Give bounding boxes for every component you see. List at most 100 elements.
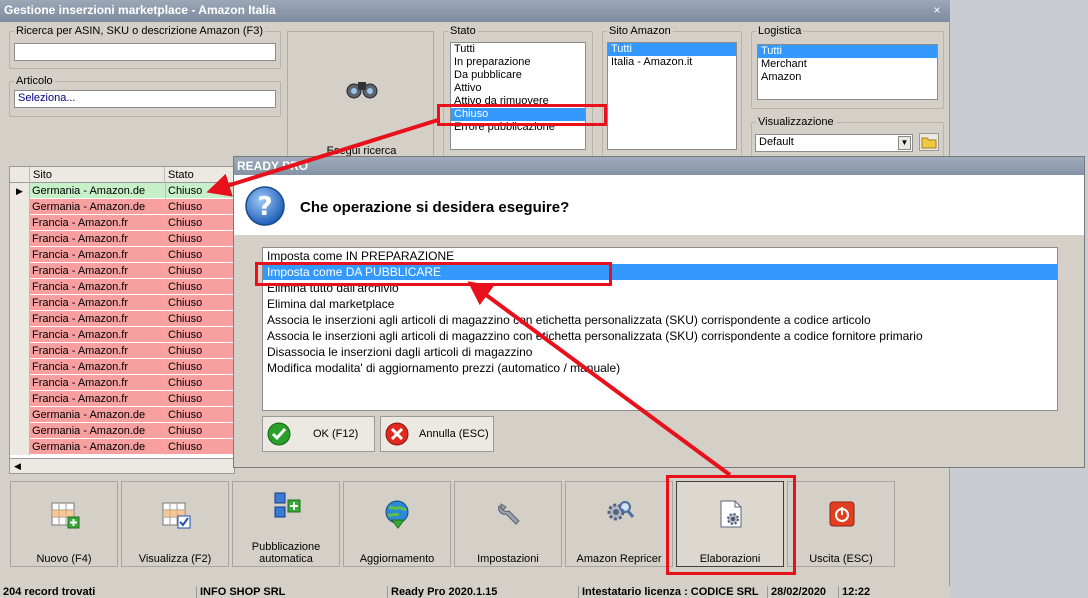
annotation-box-option bbox=[255, 262, 612, 286]
logistica-item-selected[interactable]: Tutti bbox=[758, 45, 937, 58]
row-indicator bbox=[10, 391, 30, 407]
table-row[interactable]: Francia - Amazon.fr Chiuso bbox=[10, 391, 234, 407]
sito-item[interactable]: Italia - Amazon.it bbox=[608, 56, 736, 69]
cell-stato: Chiuso bbox=[165, 439, 234, 455]
cell-sito: Francia - Amazon.fr bbox=[32, 297, 128, 309]
table-row[interactable]: Francia - Amazon.fr Chiuso bbox=[10, 375, 234, 391]
stato-item[interactable]: Da pubblicare bbox=[451, 69, 585, 82]
cell-sito: Francia - Amazon.fr bbox=[32, 329, 128, 341]
search-button[interactable]: Esegui ricerca bbox=[287, 31, 434, 161]
visualizza-button[interactable]: Visualizza (F2) bbox=[121, 481, 229, 567]
aggiornamento-button[interactable]: Aggiornamento bbox=[343, 481, 451, 567]
logistica-item[interactable]: Amazon bbox=[758, 71, 937, 84]
operation-dialog: READY PRO ? Che operazione si desidera e… bbox=[233, 156, 1085, 468]
cancel-icon bbox=[385, 422, 409, 446]
table-row[interactable]: Francia - Amazon.fr Chiuso bbox=[10, 279, 234, 295]
status-time: 12:22 bbox=[838, 586, 898, 598]
dialog-question: Che operazione si desidera eseguire? bbox=[300, 199, 570, 216]
cell-stato: Chiuso bbox=[165, 247, 234, 263]
table-row[interactable]: Francia - Amazon.fr Chiuso bbox=[10, 343, 234, 359]
status-records: 204 record trovati bbox=[3, 586, 96, 598]
row-indicator bbox=[10, 311, 30, 327]
cell-stato: Chiuso bbox=[165, 295, 234, 311]
status-version: Ready Pro 2020.1.15 bbox=[387, 586, 577, 598]
table-row[interactable]: Francia - Amazon.fr Chiuso bbox=[10, 311, 234, 327]
pubblicazione-automatica-button[interactable]: Pubblicazione automatica bbox=[232, 481, 340, 567]
operation-item[interactable]: Associa le inserzioni agli articoli di m… bbox=[263, 312, 1057, 328]
nuovo-button[interactable]: Nuovo (F4) bbox=[10, 481, 118, 567]
table-row[interactable]: Francia - Amazon.fr Chiuso bbox=[10, 327, 234, 343]
gears-search-icon bbox=[607, 501, 635, 521]
status-license: Intestatario licenza : CODICE SRL bbox=[578, 586, 766, 598]
stato-item[interactable]: Attivo bbox=[451, 82, 585, 95]
row-pointer-icon: ▶ bbox=[10, 183, 30, 199]
operation-item[interactable]: Modifica modalita' di aggiornamento prez… bbox=[263, 360, 1057, 376]
grid-header: Sito Stato bbox=[10, 167, 234, 183]
globe-update-icon bbox=[385, 500, 409, 529]
search-input[interactable] bbox=[14, 43, 276, 61]
column-header-sito[interactable]: Sito bbox=[30, 167, 165, 183]
table-row[interactable]: Francia - Amazon.fr Chiuso bbox=[10, 295, 234, 311]
row-indicator bbox=[10, 215, 30, 231]
stato-item[interactable]: Tutti bbox=[451, 43, 585, 56]
logistica-item[interactable]: Merchant bbox=[758, 58, 937, 71]
stato-list[interactable]: Tutti In preparazione Da pubblicare Atti… bbox=[450, 42, 586, 150]
table-row[interactable]: Francia - Amazon.fr Chiuso bbox=[10, 247, 234, 263]
sito-item-selected[interactable]: Tutti bbox=[608, 43, 736, 56]
articolo-group: Articolo Seleziona... bbox=[9, 75, 281, 117]
articolo-field[interactable]: Seleziona... bbox=[14, 90, 276, 108]
cell-sito: Germania - Amazon.de bbox=[32, 441, 146, 453]
status-date: 28/02/2020 bbox=[767, 586, 837, 598]
table-row[interactable]: Francia - Amazon.fr Chiuso bbox=[10, 231, 234, 247]
table-row[interactable]: Germania - Amazon.de Chiuso bbox=[10, 423, 234, 439]
cell-stato: Chiuso bbox=[165, 407, 234, 423]
table-row[interactable]: Germania - Amazon.de Chiuso bbox=[10, 439, 234, 455]
question-icon: ? bbox=[245, 186, 285, 226]
scroll-left-icon[interactable]: ◀ bbox=[10, 459, 25, 473]
column-header-stato[interactable]: Stato bbox=[165, 167, 234, 183]
cell-stato: Chiuso bbox=[165, 183, 234, 199]
cell-sito: Francia - Amazon.fr bbox=[32, 377, 128, 389]
uscita-label: Uscita (ESC) bbox=[809, 553, 873, 565]
status-company: INFO SHOP SRL bbox=[196, 586, 386, 598]
cell-stato: Chiuso bbox=[165, 199, 234, 215]
cancel-button[interactable]: Annulla (ESC) bbox=[380, 416, 494, 452]
logistica-list[interactable]: Tutti Merchant Amazon bbox=[757, 44, 938, 100]
cell-stato: Chiuso bbox=[165, 231, 234, 247]
horizontal-scrollbar[interactable]: ◀ bbox=[9, 458, 235, 474]
close-icon[interactable]: × bbox=[930, 3, 944, 18]
visualizzazione-select[interactable]: Default ▼ bbox=[755, 134, 913, 152]
table-row[interactable]: ▶ Germania - Amazon.de Chiuso bbox=[10, 183, 234, 199]
table-row[interactable]: Germania - Amazon.de Chiuso bbox=[10, 407, 234, 423]
operation-item[interactable]: Disassocia le inserzioni dagli articoli … bbox=[263, 344, 1057, 360]
operation-item[interactable]: Associa le inserzioni agli articoli di m… bbox=[263, 328, 1057, 344]
ok-button[interactable]: OK (F12) bbox=[262, 416, 375, 452]
records-grid[interactable]: Sito Stato ▶ Germania - Amazon.de Chiuso Ge… bbox=[9, 166, 235, 473]
table-row[interactable]: Francia - Amazon.fr Chiuso bbox=[10, 359, 234, 375]
visualizzazione-label: Visualizzazione bbox=[756, 116, 836, 128]
new-grid-icon bbox=[51, 502, 80, 529]
uscita-button[interactable]: Uscita (ESC) bbox=[787, 481, 895, 567]
operation-item[interactable]: Elimina dal marketplace bbox=[263, 296, 1057, 312]
visualizza-label: Visualizza (F2) bbox=[138, 553, 212, 565]
wrench-icon bbox=[498, 503, 520, 525]
table-row[interactable]: Francia - Amazon.fr Chiuso bbox=[10, 263, 234, 279]
sito-amazon-label: Sito Amazon bbox=[607, 25, 673, 37]
cell-stato: Chiuso bbox=[165, 263, 234, 279]
impostazioni-button[interactable]: Impostazioni bbox=[454, 481, 562, 567]
logistica-group: Logistica Tutti Merchant Amazon bbox=[751, 25, 944, 109]
row-indicator bbox=[10, 407, 30, 423]
row-indicator bbox=[10, 327, 30, 343]
row-indicator bbox=[10, 423, 30, 439]
view-grid-icon bbox=[162, 502, 191, 529]
folder-icon[interactable] bbox=[919, 133, 939, 151]
row-indicator bbox=[10, 199, 30, 215]
row-indicator bbox=[10, 295, 30, 311]
stato-item[interactable]: In preparazione bbox=[451, 56, 585, 69]
table-row[interactable]: Francia - Amazon.fr Chiuso bbox=[10, 215, 234, 231]
chevron-down-icon[interactable]: ▼ bbox=[898, 136, 911, 150]
table-row[interactable]: Germania - Amazon.de Chiuso bbox=[10, 199, 234, 215]
amazon-repricer-button[interactable]: Amazon Repricer bbox=[565, 481, 673, 567]
sito-amazon-list[interactable]: Tutti Italia - Amazon.it bbox=[607, 42, 737, 150]
binoculars-icon bbox=[346, 82, 378, 99]
